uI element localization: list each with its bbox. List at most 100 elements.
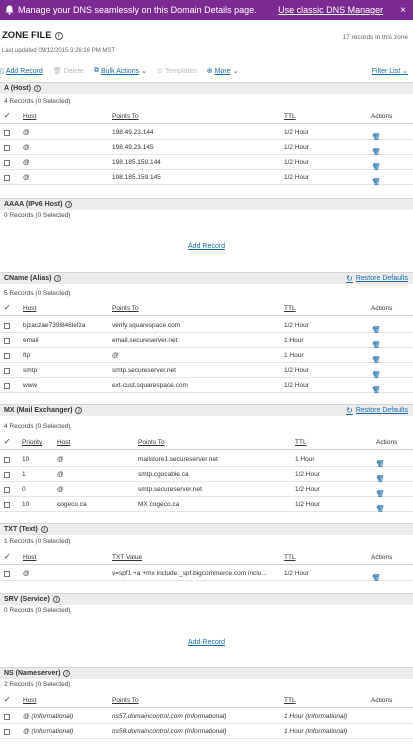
checkmark-icon[interactable]: ✓ — [4, 695, 11, 704]
trash-icon: 🗑 — [52, 68, 62, 75]
checkmark-icon[interactable]: ✓ — [4, 303, 11, 312]
record-count: 0 Records (0 Selected) — [4, 212, 71, 219]
ttl-cell: 1/2 Hour — [284, 367, 309, 374]
add-record-link[interactable]: Add Record — [0, 639, 413, 646]
ttl-column-header[interactable]: TTL — [295, 439, 307, 446]
points-to-cell: @ — [112, 352, 119, 359]
points-to-column-header[interactable]: Points To — [112, 697, 139, 704]
points-to-column-header[interactable]: Points To — [138, 439, 165, 446]
template-icon: ⊙ — [156, 68, 163, 75]
host-cell: @ — [23, 570, 30, 577]
ttl-cell: 1 Hour — [284, 337, 304, 344]
record-count: 2 Records (0 Selected) — [4, 681, 71, 688]
points-to-cell: smtp.secureserver.net — [138, 486, 202, 493]
row-checkbox[interactable] — [4, 353, 10, 359]
host-column-header[interactable]: Host — [23, 554, 36, 561]
row-checkbox[interactable] — [4, 383, 10, 389]
points-to-column-header[interactable]: Points To — [112, 113, 139, 120]
section-srv: SRV (Service) i — [0, 593, 413, 605]
trash-icon[interactable]: 🗑 — [372, 178, 381, 186]
row-checkbox[interactable] — [4, 487, 10, 493]
templates-button[interactable]: ⊙ Templates — [156, 67, 197, 76]
points-to-cell: smtp.secureserver.net — [112, 367, 176, 374]
actions-column-header: Actions — [371, 113, 393, 120]
points-to-cell: smtp.cgocable.ca — [138, 471, 189, 478]
row-checkbox[interactable] — [4, 145, 10, 151]
ttl-cell: 1/2 Hour — [284, 129, 309, 136]
info-icon[interactable]: i — [40, 526, 48, 533]
filter-list-button[interactable]: Filter List ⌄ — [372, 67, 408, 75]
row-checkbox[interactable] — [4, 130, 10, 136]
section-title: MX (Mail Exchanger) — [4, 407, 73, 414]
restore-defaults-button[interactable]: ↻ Restore Defaults — [346, 406, 408, 415]
txt-value-cell: v=spf1 +a +mx include:_spf.bigcommerce.c… — [112, 570, 267, 577]
host-cell: www — [23, 382, 38, 389]
table-row: ftp @ 1 Hour ✎ 🗑 — [0, 348, 413, 364]
points-to-cell: email.secureserver.net — [112, 337, 178, 344]
restore-defaults-button[interactable]: ↻ Restore Defaults — [346, 274, 408, 283]
host-column-header[interactable]: Host — [57, 439, 70, 446]
row-checkbox[interactable] — [4, 323, 10, 329]
info-icon[interactable]: i — [52, 596, 60, 603]
info-icon[interactable]: i — [65, 201, 73, 208]
priority-column-header[interactable]: Priority — [22, 439, 42, 446]
bulk-actions-label: Bulk Actions — [100, 67, 140, 75]
actions-column-header: Actions — [371, 554, 393, 561]
ttl-column-header[interactable]: TTL — [284, 305, 296, 312]
host-cell: smtp — [23, 367, 38, 374]
row-checkbox[interactable] — [4, 368, 10, 374]
info-icon[interactable]: i — [63, 670, 71, 677]
filter-list-label: Filter List — [371, 68, 401, 75]
ttl-column-header[interactable]: TTL — [284, 697, 296, 704]
info-icon[interactable]: i — [54, 275, 62, 282]
info-icon[interactable]: i — [33, 85, 41, 92]
close-icon[interactable]: × — [400, 5, 406, 16]
checkmark-icon[interactable]: ✓ — [4, 552, 11, 561]
actions-column-header: Actions — [371, 697, 393, 704]
ttl-cell: 1/2 Hour — [284, 144, 309, 151]
table-row: 10 cogeco.ca MX cogeco.ca 1/2 Hour ✎ 🗑 — [0, 497, 413, 513]
delete-button[interactable]: 🗑 Delete — [52, 67, 84, 76]
checkmark-icon[interactable]: ✓ — [4, 111, 11, 120]
points-to-column-header[interactable]: Points To — [112, 305, 139, 312]
row-checkbox[interactable] — [4, 502, 10, 508]
row-checkbox[interactable] — [4, 714, 10, 720]
classic-dns-manager-link[interactable]: Use classic DNS Manager — [278, 5, 383, 15]
ttl-column-header[interactable]: TTL — [284, 113, 296, 120]
trash-icon[interactable]: 🗑 — [376, 505, 385, 513]
host-cell: ftp — [23, 352, 31, 359]
trash-icon[interactable]: 🗑 — [372, 386, 381, 394]
ttl-column-header[interactable]: TTL — [284, 554, 296, 561]
row-checkbox[interactable] — [4, 472, 10, 478]
row-checkbox[interactable] — [4, 729, 10, 735]
add-record-link[interactable]: Add Record — [0, 243, 413, 250]
checkmark-icon[interactable]: ✓ — [4, 437, 11, 446]
points-to-cell: 198.185.159.145 — [112, 174, 161, 181]
more-button[interactable]: ⊕ More ⌄ — [207, 67, 239, 76]
section-aaaa: AAAA (IPv6 Host) i — [0, 198, 413, 210]
trash-icon[interactable]: 🗑 — [372, 574, 381, 582]
section-title: SRV (Service) — [4, 596, 50, 603]
table-header: ✓ Host Points To TTL Actions — [0, 110, 413, 124]
row-checkbox[interactable] — [4, 457, 10, 463]
bulk-actions-button[interactable]: ⧉ Bulk Actions ⌄ — [94, 67, 147, 75]
row-checkbox[interactable] — [4, 160, 10, 166]
info-icon[interactable]: i — [54, 31, 63, 40]
host-cell: @ — [57, 471, 64, 478]
refresh-icon: ↻ — [346, 406, 353, 415]
host-cell: bjzaczae739l846lefza — [23, 322, 86, 329]
table-row: @ 198.49.23.145 1/2 Hour ✎ 🗑 — [0, 140, 413, 156]
host-column-header[interactable]: Host — [23, 113, 36, 120]
add-record-button[interactable]: ▯ Add Record — [0, 67, 43, 76]
host-column-header[interactable]: Host — [23, 305, 36, 312]
ttl-cell: 1/2 Hour — [284, 382, 309, 389]
row-checkbox[interactable] — [4, 338, 10, 344]
zone-file-title: ZONE FILE — [2, 30, 52, 41]
txt-value-column-header[interactable]: TXT Value — [112, 554, 142, 561]
info-icon[interactable]: i — [75, 407, 83, 414]
points-to-cell: 198.185.159.144 — [112, 159, 161, 166]
row-checkbox[interactable] — [4, 175, 10, 181]
host-cell: cogeco.ca — [57, 501, 87, 508]
row-checkbox[interactable] — [4, 571, 10, 577]
host-column-header[interactable]: Host — [23, 697, 36, 704]
